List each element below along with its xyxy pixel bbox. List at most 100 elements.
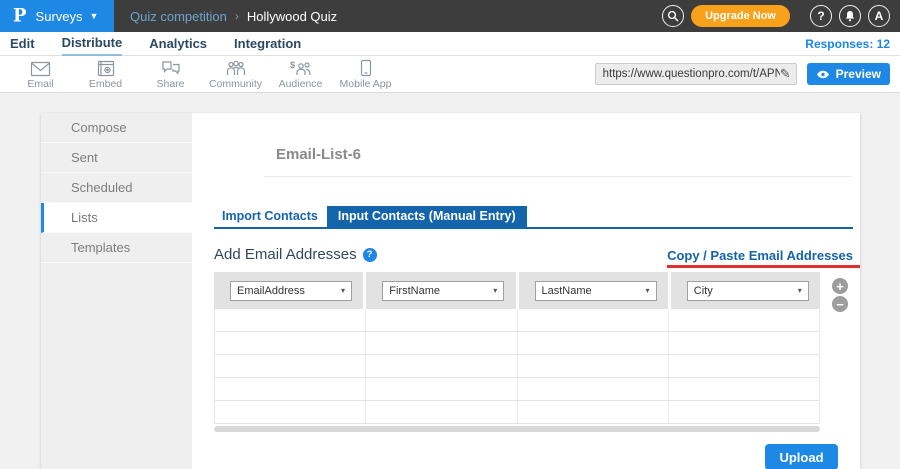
title-divider [264,176,852,177]
email-sidebar: Compose Sent Scheduled Lists Templates [41,113,192,469]
horizontal-scrollbar[interactable] [214,426,820,432]
table-row [215,332,819,355]
breadcrumb: Quiz competition › Hollywood Quiz [130,9,337,24]
add-email-addresses-heading: Add Email Addresses ? [214,246,377,263]
svg-text:$: $ [290,60,295,70]
breadcrumb-parent[interactable]: Quiz competition [130,9,227,24]
table-cell[interactable] [366,355,517,377]
embed-icon [97,58,115,77]
help-icon[interactable]: ? [363,248,377,262]
chevron-down-icon: ▾ [798,286,802,295]
mobile-app-icon [360,58,372,77]
search-icon[interactable] [662,5,684,27]
add-column-button[interactable]: + [832,278,848,294]
header-actions: Upgrade Now ? A [662,5,900,27]
tab-distribute[interactable]: Distribute [62,32,123,56]
contacts-table: EmailAddress ▾ FirstName ▾ [214,272,820,432]
copy-paste-email-link[interactable]: Copy / Paste Email Addresses [667,248,853,263]
account-avatar[interactable]: A [868,5,890,27]
survey-url-box: ✎ [595,63,797,85]
table-cell[interactable] [366,332,517,354]
contacts-table-body [214,309,820,424]
table-cell[interactable] [215,309,366,331]
toolbar-item-label: Mobile App [340,78,392,90]
toolbar-item-label: Embed [89,78,122,90]
toolbar-item-audience[interactable]: $ Audience [268,58,333,90]
table-cell[interactable] [215,378,366,400]
table-cell[interactable] [215,332,366,354]
toolbar-item-mobile-app[interactable]: Mobile App [333,58,398,90]
table-cell[interactable] [518,401,669,423]
preview-label: Preview [836,67,881,81]
tab-analytics[interactable]: Analytics [149,33,207,55]
table-cell[interactable] [669,309,819,331]
breadcrumb-current: Hollywood Quiz [247,9,337,24]
column-select-lastname[interactable]: LastName ▾ [535,281,657,301]
table-cell[interactable] [669,378,819,400]
toolbar-item-label: Share [156,78,184,90]
table-cell[interactable] [366,378,517,400]
sidebar-item-templates[interactable]: Templates [41,233,192,263]
survey-nav: Edit Distribute Analytics Integration Re… [0,32,900,56]
responses-count[interactable]: Responses: 12 [805,37,890,51]
tab-import-contacts[interactable]: Import Contacts [214,206,327,227]
header-cell: FirstName ▾ [366,272,518,309]
table-cell[interactable] [518,332,669,354]
table-cell[interactable] [366,309,517,331]
table-row [215,401,819,424]
column-select-emailaddress[interactable]: EmailAddress ▾ [230,281,352,301]
content-area: Compose Sent Scheduled Lists Templates E… [0,93,900,469]
toolbar-item-share[interactable]: Share [138,58,203,90]
preview-button[interactable]: Preview [807,63,890,85]
toolbar-item-community[interactable]: Community [203,58,268,90]
list-detail-panel: Email-List-6 Import Contacts Input Conta… [192,113,860,469]
table-cell[interactable] [518,309,669,331]
chevron-down-icon: ▼ [90,11,99,21]
tab-edit[interactable]: Edit [10,33,35,55]
header-cell: EmailAddress ▾ [214,272,366,309]
column-select-firstname[interactable]: FirstName ▾ [382,281,504,301]
sidebar-item-sent[interactable]: Sent [41,143,192,173]
header-cell: City ▾ [671,272,820,309]
survey-url-input[interactable] [603,68,780,80]
table-cell[interactable] [366,401,517,423]
table-row [215,378,819,401]
header-cell: LastName ▾ [519,272,671,309]
table-row [215,309,819,332]
table-cell[interactable] [215,401,366,423]
edit-url-pencil-icon[interactable]: ✎ [780,66,791,82]
email-panel: Compose Sent Scheduled Lists Templates E… [41,113,860,469]
table-cell[interactable] [518,378,669,400]
column-select-city[interactable]: City ▾ [687,281,809,301]
sidebar-item-compose[interactable]: Compose [41,113,192,143]
survey-url-area: ✎ Preview [595,63,890,85]
chevron-down-icon: ▾ [493,286,497,295]
chevron-down-icon: ▾ [645,286,649,295]
tab-input-contacts-manual[interactable]: Input Contacts (Manual Entry) [327,206,527,227]
contacts-table-header: EmailAddress ▾ FirstName ▾ [214,272,820,309]
distribute-toolbar: Email Embed Share Community $ Audience M… [0,56,900,93]
table-cell[interactable] [669,332,819,354]
toolbar-item-label: Audience [279,78,323,90]
toolbar-item-embed[interactable]: Embed [73,58,138,90]
table-cell[interactable] [518,355,669,377]
toolbar-item-email[interactable]: Email [8,58,73,90]
community-icon [225,58,247,77]
breadcrumb-separator-icon: › [235,9,239,23]
table-cell[interactable] [215,355,366,377]
table-cell[interactable] [669,355,819,377]
tab-integration[interactable]: Integration [234,33,301,55]
notifications-bell-icon[interactable] [839,5,861,27]
table-cell[interactable] [669,401,819,423]
upload-button[interactable]: Upload [765,444,838,469]
toolbar-item-label: Community [209,78,262,90]
top-header: P Surveys ▼ Quiz competition › Hollywood… [0,0,900,32]
remove-column-button[interactable]: − [832,296,848,312]
upgrade-button[interactable]: Upgrade Now [691,5,790,27]
product-switcher[interactable]: P Surveys ▼ [0,0,114,32]
contacts-tabs: Import Contacts Input Contacts (Manual E… [214,206,853,229]
sidebar-item-lists[interactable]: Lists [41,203,192,233]
sidebar-item-scheduled[interactable]: Scheduled [41,173,192,203]
help-button[interactable]: ? [810,5,832,27]
audience-icon: $ [290,58,312,77]
